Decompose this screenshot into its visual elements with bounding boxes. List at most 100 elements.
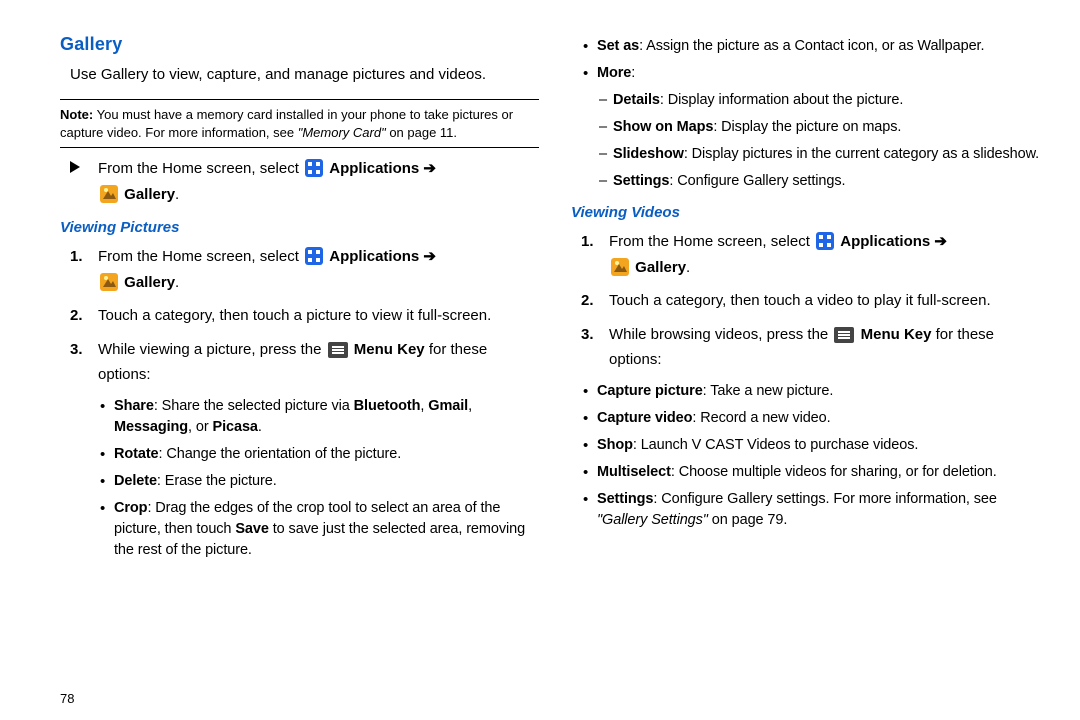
more-label: More [597, 65, 631, 81]
share-messaging: Messaging [114, 419, 188, 435]
share-gmail: Gmail [428, 398, 468, 414]
vp-step3-menu: Menu Key [354, 341, 425, 358]
delete-rest: : Erase the picture. [157, 473, 277, 489]
note-label: Note: [60, 107, 93, 122]
vvsettings-label: Settings [597, 491, 653, 507]
vp-step1-apps: Applications [329, 248, 419, 265]
share-rest: : Share the selected picture via [154, 398, 354, 414]
vp-bullet-delete: Delete: Erase the picture. [60, 471, 539, 492]
vp-step1-prefix: From the Home screen, select [98, 248, 303, 265]
more-showmap: Show on Maps: Display the picture on map… [545, 117, 1050, 138]
nav-step-prefix: From the Home screen, select [98, 160, 303, 177]
vv-option-list: Capture picture: Take a new picture. Cap… [571, 381, 1050, 531]
shop-label: Shop [597, 437, 633, 453]
share-picasa: Picasa [213, 419, 258, 435]
nav-step-arrow: ➔ [419, 160, 436, 177]
vv-step1-num: 1. [581, 229, 594, 255]
applications-icon [816, 232, 834, 250]
share-comma2: , [468, 398, 472, 414]
vp-step2-num: 2. [70, 303, 83, 329]
vp-step2-text: Touch a category, then touch a picture t… [98, 307, 491, 324]
vp-option-list: Share: Share the selected picture via Bl… [60, 396, 539, 561]
cappic-label: Capture picture [597, 383, 703, 399]
vp-bullet-rotate: Rotate: Change the orientation of the pi… [60, 444, 539, 465]
capvid-rest: : Record a new video. [692, 410, 830, 426]
crop-save: Save [235, 521, 268, 537]
delete-label: Delete [114, 473, 157, 489]
vp-step-1: 1. From the Home screen, select Applicat… [60, 244, 539, 295]
shop-rest: : Launch V CAST Videos to purchase video… [633, 437, 918, 453]
vv-step1-prefix: From the Home screen, select [609, 233, 814, 250]
crop-label: Crop [114, 500, 147, 516]
vvsettings-xref: "Gallery Settings" [597, 512, 708, 528]
vp-step-2: 2. Touch a category, then touch a pictur… [60, 303, 539, 329]
menu-key-icon [328, 342, 348, 358]
vp-bullet-crop: Crop: Drag the edges of the crop tool to… [60, 498, 539, 561]
more-rest: : [631, 65, 635, 81]
share-label: Share [114, 398, 154, 414]
vv-step2-text: Touch a category, then touch a video to … [609, 292, 991, 309]
more-settings: Settings: Configure Gallery settings. [545, 171, 1050, 192]
note-xref: "Memory Card" [298, 125, 386, 140]
share-bluetooth: Bluetooth [354, 398, 421, 414]
vp-bullet-share: Share: Share the selected picture via Bl… [60, 396, 539, 438]
showmap-label: Show on Maps [613, 119, 713, 135]
vp-step-3: 3. While viewing a picture, press the Me… [60, 337, 539, 388]
nav-step-period: . [175, 186, 179, 203]
slideshow-rest: : Display pictures in the current catego… [684, 146, 1039, 162]
vp-option-list-cont: Set as: Assign the picture as a Contact … [571, 36, 1050, 84]
section-intro: Use Gallery to view, capture, and manage… [70, 65, 539, 85]
moresettings-label: Settings [613, 173, 669, 189]
multi-rest: : Choose multiple videos for sharing, or… [671, 464, 997, 480]
vvsettings-rest: : Configure Gallery settings. For more i… [653, 491, 996, 507]
vp-step3-prefix: While viewing a picture, press the [98, 341, 326, 358]
note-block: Note: You must have a memory card instal… [60, 99, 539, 148]
vp-step1-num: 1. [70, 244, 83, 270]
note-tail: on page 11. [386, 125, 457, 140]
more-details: Details: Display information about the p… [545, 90, 1050, 111]
capvid-label: Capture video [597, 410, 692, 426]
more-sublist: Details: Display information about the p… [545, 90, 1050, 192]
vv-step1-apps: Applications [840, 233, 930, 250]
share-end: . [258, 419, 262, 435]
right-column: Set as: Assign the picture as a Contact … [571, 30, 1050, 567]
section-title: Gallery [60, 34, 539, 55]
vv-step-2: 2. Touch a category, then touch a video … [571, 288, 1050, 314]
vv-bullet-capture-picture: Capture picture: Take a new picture. [571, 381, 1050, 402]
gallery-icon [100, 185, 118, 203]
nav-step-gallery: Gallery [124, 186, 175, 203]
vp-step3-num: 3. [70, 337, 83, 363]
applications-icon [305, 247, 323, 265]
showmap-rest: : Display the picture on maps. [713, 119, 901, 135]
vv-step3-prefix: While browsing videos, press the [609, 326, 832, 343]
multi-label: Multiselect [597, 464, 671, 480]
rotate-rest: : Change the orientation of the picture. [159, 446, 402, 462]
rotate-label: Rotate [114, 446, 159, 462]
vvsettings-tail: on page 79. [708, 512, 787, 528]
vp-step1-period: . [175, 274, 179, 291]
vv-bullet-capture-video: Capture video: Record a new video. [571, 408, 1050, 429]
vv-step3-num: 3. [581, 322, 594, 348]
nav-step: From the Home screen, select Application… [60, 156, 539, 207]
vv-step2-num: 2. [581, 288, 594, 314]
slideshow-label: Slideshow [613, 146, 684, 162]
vv-bullet-shop: Shop: Launch V CAST Videos to purchase v… [571, 435, 1050, 456]
vv-step-3: 3. While browsing videos, press the Menu… [571, 322, 1050, 373]
gallery-icon [100, 273, 118, 291]
details-rest: : Display information about the picture. [660, 92, 903, 108]
cappic-rest: : Take a new picture. [703, 383, 834, 399]
menu-key-icon [834, 327, 854, 343]
subhead-viewing-videos: Viewing Videos [571, 204, 1050, 221]
subhead-viewing-pictures: Viewing Pictures [60, 219, 539, 236]
vv-bullet-multiselect: Multiselect: Choose multiple videos for … [571, 462, 1050, 483]
vp-bullet-more: More: [571, 63, 1050, 84]
page-number: 78 [60, 691, 74, 706]
vv-step1-period: . [686, 259, 690, 276]
vv-bullet-settings: Settings: Configure Gallery settings. Fo… [571, 489, 1050, 531]
vp-step1-arrow: ➔ [419, 248, 436, 265]
left-column: Gallery Use Gallery to view, capture, an… [60, 30, 539, 567]
vv-step-1: 1. From the Home screen, select Applicat… [571, 229, 1050, 280]
vp-step1-gallery: Gallery [124, 274, 175, 291]
share-or: , or [188, 419, 212, 435]
more-slideshow: Slideshow: Display pictures in the curre… [545, 144, 1050, 165]
